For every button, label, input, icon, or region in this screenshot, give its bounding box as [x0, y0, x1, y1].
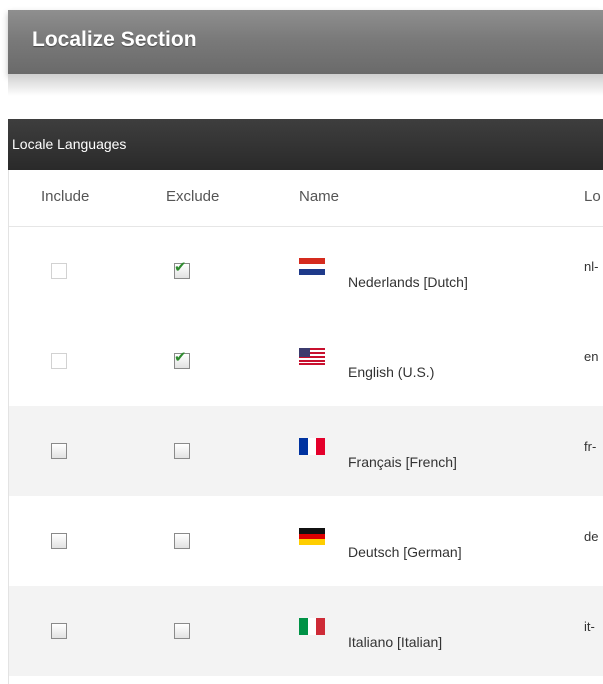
section-header: Localize Section — [8, 10, 603, 74]
netherlands-flag-icon — [299, 258, 325, 275]
locale-code-column-header: Lo — [584, 188, 601, 205]
include-checkbox[interactable] — [51, 263, 67, 279]
section-title: Localize Section — [32, 28, 197, 51]
checkmark-icon: ✔ — [174, 259, 187, 276]
locale-languages-panel-header: Locale Languages — [8, 119, 603, 170]
table-row: Français [French] fr- — [9, 406, 603, 496]
table-row: ✔ Nederlands [Dutch] nl- — [9, 226, 603, 316]
include-column-header: Include — [41, 188, 90, 205]
france-flag-icon — [299, 438, 325, 455]
include-checkbox[interactable] — [51, 623, 67, 639]
language-name: Français [French] — [348, 454, 457, 470]
exclude-checkbox[interactable] — [174, 443, 190, 459]
locale-code: de — [584, 529, 599, 544]
include-checkbox[interactable] — [51, 443, 67, 459]
germany-flag-icon — [299, 528, 325, 545]
checkmark-icon: ✔ — [174, 349, 187, 366]
exclude-checkbox[interactable]: ✔ — [174, 259, 190, 279]
include-checkbox[interactable] — [51, 533, 67, 549]
language-name: Nederlands [Dutch] — [348, 274, 468, 290]
locale-code: it- — [584, 619, 595, 634]
exclude-checkbox[interactable] — [174, 533, 190, 549]
locale-code: fr- — [584, 439, 597, 454]
name-column-header: Name — [299, 188, 340, 205]
italy-flag-icon — [299, 618, 325, 635]
us-flag-icon — [299, 348, 325, 365]
table-row: Deutsch [German] de — [9, 496, 603, 586]
language-name: Italiano [Italian] — [348, 634, 443, 650]
locale-code: en — [584, 349, 599, 364]
language-name: English (U.S.) — [348, 364, 435, 380]
language-name: Deutsch [German] — [348, 544, 462, 560]
exclude-checkbox[interactable] — [174, 623, 190, 639]
exclude-checkbox[interactable]: ✔ — [174, 349, 190, 369]
exclude-column-header: Exclude — [166, 188, 220, 205]
table-header-row: Include Exclude Name Lo — [9, 170, 603, 227]
include-checkbox[interactable] — [51, 353, 67, 369]
locale-code: nl- — [584, 259, 599, 274]
header-shadow — [8, 74, 603, 96]
panel-title: Locale Languages — [12, 136, 127, 152]
languages-table: Include Exclude Name Lo ✔ Nederlands [Du… — [8, 170, 603, 684]
table-row: ✔ English (U.S.) en — [9, 316, 603, 406]
table-row: Italiano [Italian] it- — [9, 586, 603, 676]
